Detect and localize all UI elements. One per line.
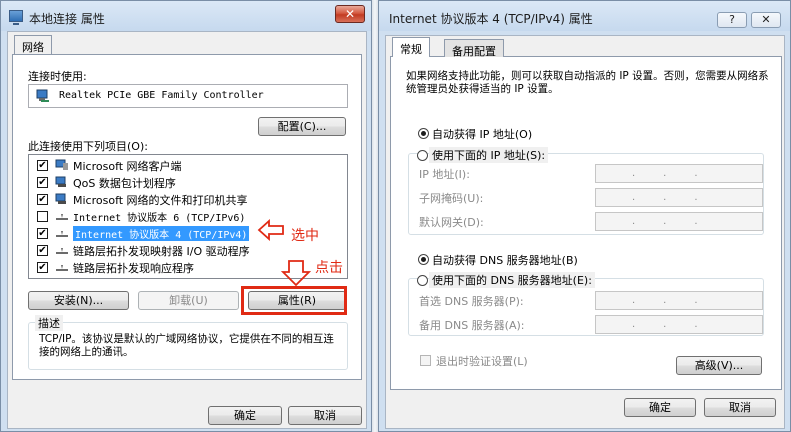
adapter-name: Realtek PCIe GBE Family Controller	[59, 90, 264, 101]
description-title: 描述	[35, 315, 63, 331]
auto-ip-radio[interactable]	[418, 128, 429, 139]
list-item-label: QoS 数据包计划程序	[73, 177, 176, 190]
items-label: 此连接使用下列项目(O):	[28, 140, 148, 153]
manual-ip-group: 使用下面的 IP 地址(S): IP 地址(I): ... 子网掩码(U): .…	[408, 147, 764, 235]
protocol-icon	[56, 265, 68, 271]
configure-button[interactable]: 配置(C)...	[258, 117, 346, 136]
protocol-icon	[56, 231, 68, 237]
manual-ip-label: 使用下面的 IP 地址(S):	[429, 147, 549, 163]
auto-dns-label: 自动获得 DNS 服务器地址(B)	[432, 254, 578, 267]
intro-text: 如果网络支持此功能，则可以获取自动指派的 IP 设置。否则，您需要从网络系统管理…	[406, 70, 769, 95]
alternate-dns-label: 备用 DNS 服务器(A):	[419, 319, 525, 332]
checkbox[interactable]	[37, 211, 48, 222]
file-sharing-icon	[55, 193, 66, 204]
gateway-field[interactable]: ...	[595, 212, 763, 231]
checkbox[interactable]: ✔	[37, 177, 48, 188]
ok-button[interactable]: 确定	[624, 398, 696, 417]
validate-checkbox[interactable]	[420, 355, 431, 366]
client-icon	[55, 159, 68, 170]
subnet-label: 子网掩码(U):	[419, 192, 484, 205]
cancel-button[interactable]: 取消	[704, 398, 776, 417]
network-adapter-icon	[36, 89, 49, 102]
checkbox[interactable]: ✔	[37, 245, 48, 256]
description-text: TCP/IP。该协议是默认的广域网络协议，它提供在不同的相互连接的网络上的通讯。	[39, 333, 334, 358]
list-item-label: Internet 协议版本 4 (TCP/IPv4)	[73, 226, 250, 241]
subnet-field[interactable]: ...	[595, 188, 763, 207]
connect-using-label: 连接时使用:	[28, 70, 87, 83]
checkbox[interactable]: ✔	[37, 194, 48, 205]
titlebar: Internet 协议版本 4 (TCP/IPv4) 属性 ? ✕	[379, 1, 790, 31]
ip-address-label: IP 地址(I):	[419, 168, 470, 181]
close-button[interactable]: ✕	[751, 12, 781, 28]
highlight-frame	[241, 286, 347, 315]
auto-dns-radio[interactable]	[418, 254, 429, 265]
ok-button[interactable]: 确定	[208, 406, 282, 425]
left-arrow-icon	[257, 219, 284, 241]
description-group: 描述 TCP/IP。该协议是默认的广域网络协议，它提供在不同的相互连接的网络上的…	[28, 315, 348, 370]
dialog-body: 常规 备用配置 如果网络支持此功能，则可以获取自动指派的 IP 设置。否则，您需…	[385, 35, 785, 429]
protocol-icon	[56, 214, 68, 220]
list-item-label: 链路层拓扑发现映射器 I/O 驱动程序	[73, 245, 250, 258]
list-item-label: Internet 协议版本 6 (TCP/IPv6)	[73, 213, 246, 224]
manual-dns-group: 使用下面的 DNS 服务器地址(E): 首选 DNS 服务器(P): ... 备…	[408, 272, 764, 336]
titlebar: 本地连接 属性 ✕	[1, 1, 371, 31]
help-button[interactable]: ?	[717, 12, 747, 28]
annotation-select: 选中	[291, 228, 319, 244]
cancel-button[interactable]: 取消	[288, 406, 362, 425]
service-icon	[55, 176, 66, 187]
ipv4-properties-window: Internet 协议版本 4 (TCP/IPv4) 属性 ? ✕ 常规 备用配…	[378, 0, 791, 432]
checkbox[interactable]: ✔	[37, 262, 48, 273]
list-item-label: 链路层拓扑发现响应程序	[73, 262, 194, 275]
validate-label: 退出时验证设置(L)	[436, 355, 528, 368]
tab-general[interactable]: 常规	[392, 37, 430, 57]
annotation-click: 点击	[315, 260, 343, 276]
install-button[interactable]: 安装(N)...	[28, 291, 129, 310]
protocol-icon	[56, 248, 68, 254]
list-item-label: Microsoft 网络的文件和打印机共享	[73, 194, 248, 207]
manual-ip-radio[interactable]	[417, 150, 428, 161]
window-title: Internet 协议版本 4 (TCP/IPv4) 属性	[389, 12, 593, 26]
preferred-dns-label: 首选 DNS 服务器(P):	[419, 295, 524, 308]
gateway-label: 默认网关(D):	[419, 216, 484, 229]
list-item-label: Microsoft 网络客户端	[73, 160, 182, 173]
manual-dns-radio[interactable]	[417, 275, 428, 286]
advanced-button[interactable]: 高级(V)...	[676, 356, 762, 375]
down-arrow-icon	[281, 260, 311, 287]
window-title: 本地连接 属性	[29, 12, 105, 26]
alternate-dns-field[interactable]: ...	[595, 315, 763, 334]
uninstall-button[interactable]: 卸载(U)	[138, 291, 239, 310]
ip-address-field[interactable]: ...	[595, 164, 763, 183]
local-connection-properties-window: 本地连接 属性 ✕ 网络 连接时使用: Realtek PCIe GBE Fam…	[0, 0, 372, 432]
manual-dns-label: 使用下面的 DNS 服务器地址(E):	[429, 272, 595, 288]
adapter-field: Realtek PCIe GBE Family Controller	[28, 84, 348, 108]
auto-ip-label: 自动获得 IP 地址(O)	[432, 128, 533, 141]
preferred-dns-field[interactable]: ...	[595, 291, 763, 310]
tab-alternate[interactable]: 备用配置	[444, 39, 504, 58]
tab-network[interactable]: 网络	[14, 35, 52, 55]
close-button[interactable]: ✕	[335, 5, 365, 23]
network-icon	[9, 10, 23, 25]
checkbox[interactable]: ✔	[37, 228, 48, 239]
checkbox[interactable]: ✔	[37, 160, 48, 171]
